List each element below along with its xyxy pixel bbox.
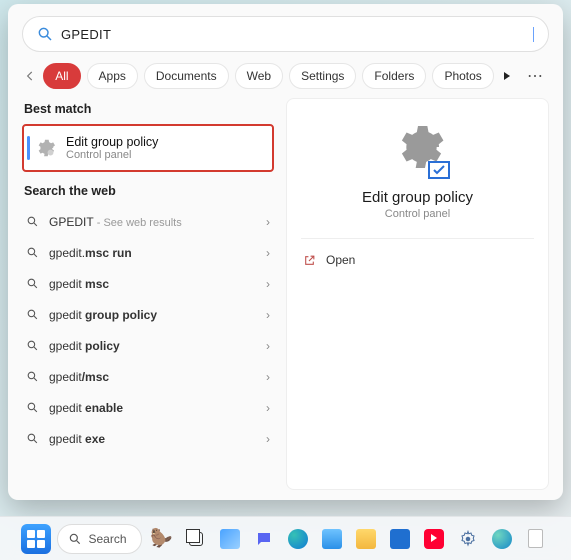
taskbar-app-1[interactable]: 🦫 bbox=[148, 525, 176, 553]
filter-web[interactable]: Web bbox=[235, 63, 283, 89]
search-input[interactable] bbox=[61, 27, 527, 42]
results-left-column: Best match Edit group policy Control pan… bbox=[22, 98, 274, 490]
search-icon bbox=[26, 246, 39, 259]
web-result-label: gpedit group policy bbox=[49, 308, 157, 322]
search-icon bbox=[26, 339, 39, 352]
web-result-0[interactable]: GPEDIT - See web results › bbox=[22, 206, 274, 237]
web-result-4[interactable]: gpedit policy › bbox=[22, 330, 274, 361]
filter-documents[interactable]: Documents bbox=[144, 63, 229, 89]
taskbar-chat[interactable] bbox=[250, 525, 278, 553]
taskbar-search-label: Search bbox=[88, 532, 126, 546]
taskbar-edge[interactable] bbox=[284, 525, 312, 553]
filter-photos[interactable]: Photos bbox=[432, 63, 493, 89]
gear-icon bbox=[34, 137, 56, 159]
filter-apps[interactable]: Apps bbox=[87, 63, 138, 89]
web-result-label: gpedit msc bbox=[49, 277, 109, 291]
best-match-heading: Best match bbox=[24, 102, 274, 116]
web-result-label: gpedit/msc bbox=[49, 370, 109, 384]
preview-pane: Edit group policy Control panel Open bbox=[286, 98, 549, 490]
results-columns: Best match Edit group policy Control pan… bbox=[22, 98, 549, 490]
chevron-right-icon: › bbox=[266, 370, 270, 384]
search-icon bbox=[26, 277, 39, 290]
preview-action-open-label: Open bbox=[326, 253, 355, 267]
taskbar-search[interactable]: Search bbox=[57, 524, 141, 554]
taskbar-edge-beta[interactable] bbox=[488, 525, 516, 553]
web-result-1[interactable]: gpedit.msc run › bbox=[22, 237, 274, 268]
preview-subtitle: Control panel bbox=[385, 208, 450, 220]
chevron-right-icon: › bbox=[266, 277, 270, 291]
check-badge-icon bbox=[428, 161, 450, 179]
best-match-subtitle: Control panel bbox=[66, 149, 158, 161]
filter-more-button[interactable] bbox=[500, 65, 515, 87]
preview-icon bbox=[390, 119, 446, 175]
web-result-7[interactable]: gpedit exe › bbox=[22, 423, 274, 454]
search-box[interactable] bbox=[22, 16, 549, 52]
preview-action-open[interactable]: Open bbox=[301, 249, 534, 271]
taskbar: Search 🦫 bbox=[0, 516, 571, 560]
preview-title: Edit group policy bbox=[362, 189, 473, 206]
best-match-title: Edit group policy bbox=[66, 135, 158, 149]
taskbar-youtube[interactable] bbox=[420, 525, 448, 553]
best-match-text: Edit group policy Control panel bbox=[66, 135, 158, 161]
search-results-panel: All Apps Documents Web Settings Folders … bbox=[8, 4, 563, 500]
back-button[interactable] bbox=[22, 65, 37, 87]
divider bbox=[301, 238, 534, 239]
web-result-3[interactable]: gpedit group policy › bbox=[22, 299, 274, 330]
search-icon bbox=[26, 308, 39, 321]
chevron-right-icon: › bbox=[266, 215, 270, 229]
filter-row: All Apps Documents Web Settings Folders … bbox=[22, 62, 549, 90]
taskbar-store[interactable] bbox=[386, 525, 414, 553]
web-result-2[interactable]: gpedit msc › bbox=[22, 268, 274, 299]
taskbar-document[interactable] bbox=[522, 525, 550, 553]
web-result-label: gpedit enable bbox=[49, 401, 123, 415]
filter-settings[interactable]: Settings bbox=[289, 63, 356, 89]
search-icon bbox=[37, 26, 53, 42]
chevron-right-icon: › bbox=[266, 308, 270, 322]
taskbar-task-view[interactable] bbox=[182, 525, 210, 553]
selection-accent bbox=[27, 136, 30, 160]
text-caret bbox=[533, 27, 534, 42]
web-result-label: gpedit exe bbox=[49, 432, 105, 446]
web-result-label: GPEDIT - See web results bbox=[49, 215, 182, 229]
taskbar-explorer[interactable] bbox=[352, 525, 380, 553]
open-icon bbox=[303, 254, 316, 267]
filter-folders[interactable]: Folders bbox=[362, 63, 426, 89]
search-icon bbox=[26, 401, 39, 414]
best-match-result[interactable]: Edit group policy Control panel bbox=[22, 124, 274, 172]
chevron-right-icon: › bbox=[266, 401, 270, 415]
filter-all[interactable]: All bbox=[43, 63, 80, 89]
search-icon bbox=[26, 432, 39, 445]
taskbar-settings[interactable] bbox=[454, 525, 482, 553]
taskbar-widgets[interactable] bbox=[216, 525, 244, 553]
chevron-right-icon: › bbox=[266, 339, 270, 353]
chevron-right-icon: › bbox=[266, 246, 270, 260]
web-result-label: gpedit policy bbox=[49, 339, 120, 353]
overflow-menu-button[interactable]: ⋯ bbox=[521, 62, 549, 90]
start-button[interactable] bbox=[21, 524, 51, 554]
web-result-label: gpedit.msc run bbox=[49, 246, 132, 260]
web-results-list: GPEDIT - See web results › gpedit.msc run ›… bbox=[22, 206, 274, 454]
chevron-right-icon: › bbox=[266, 432, 270, 446]
search-icon bbox=[26, 215, 39, 228]
search-icon bbox=[68, 532, 82, 546]
taskbar-photos[interactable] bbox=[318, 525, 346, 553]
search-web-heading: Search the web bbox=[24, 184, 274, 198]
web-result-5[interactable]: gpedit/msc › bbox=[22, 361, 274, 392]
web-result-6[interactable]: gpedit enable › bbox=[22, 392, 274, 423]
search-icon bbox=[26, 370, 39, 383]
